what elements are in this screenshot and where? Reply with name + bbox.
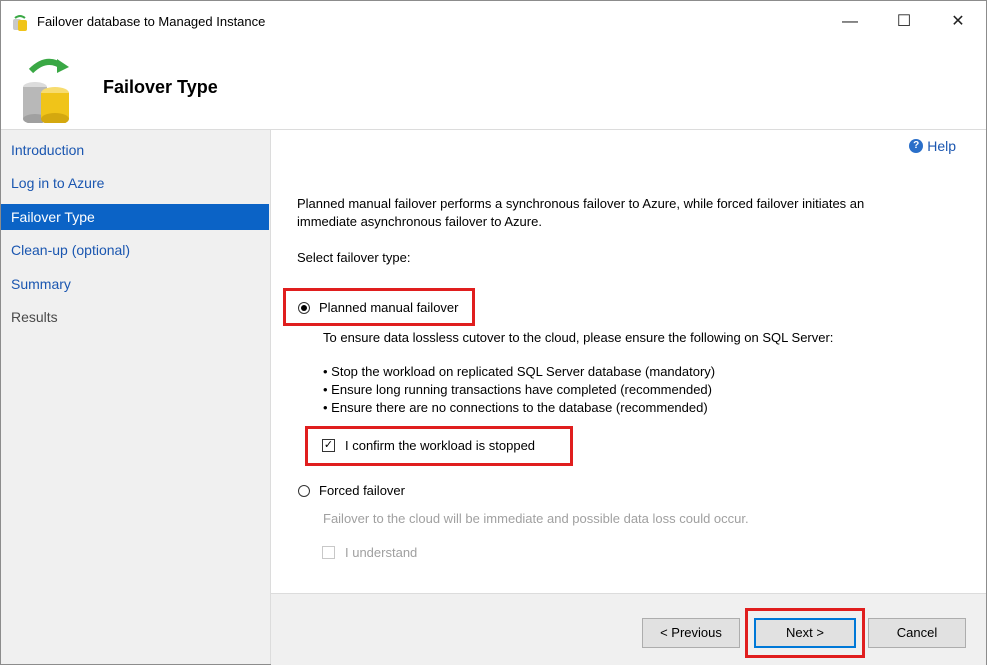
bullet-long-transactions: • Ensure long running transactions have …: [323, 382, 712, 397]
sidebar-item-introduction[interactable]: Introduction: [1, 137, 269, 163]
bullet-stop-workload: • Stop the workload on replicated SQL Se…: [323, 364, 716, 379]
minimize-button[interactable]: —: [827, 7, 873, 37]
help-label: Help: [927, 138, 956, 154]
planned-bullets: • Stop the workload on replicated SQL Se…: [323, 363, 715, 417]
forced-failover-radio[interactable]: [298, 485, 310, 497]
help-link[interactable]: ? Help: [909, 138, 956, 154]
app-icon: [13, 15, 27, 31]
next-button[interactable]: Next >: [754, 618, 856, 648]
forced-failover-label[interactable]: Forced failover: [319, 482, 405, 500]
confirm-workload-label[interactable]: I confirm the workload is stopped: [345, 437, 535, 455]
cancel-button[interactable]: Cancel: [868, 618, 966, 648]
sidebar-item-results: Results: [11, 309, 58, 325]
previous-button[interactable]: < Previous: [642, 618, 740, 648]
wizard-window: Failover database to Managed Instance — …: [0, 0, 987, 665]
database-sync-icon: [23, 58, 69, 123]
understand-label: I understand: [345, 545, 418, 560]
planned-failover-label[interactable]: Planned manual failover: [319, 299, 458, 317]
sidebar-item-failover-type[interactable]: Failover Type: [1, 204, 269, 230]
title-bar: Failover database to Managed Instance — …: [1, 1, 986, 43]
page-title: Failover Type: [103, 77, 218, 97]
sidebar-item-login-azure[interactable]: Log in to Azure: [1, 170, 269, 196]
sidebar-item-cleanup[interactable]: Clean-up (optional): [1, 237, 269, 263]
forced-description: Failover to the cloud will be immediate …: [323, 511, 749, 526]
close-button[interactable]: ✕: [935, 7, 981, 37]
window-title: Failover database to Managed Instance: [37, 14, 266, 29]
wizard-footer: < Previous Next > Cancel: [271, 593, 986, 665]
help-icon: ?: [909, 139, 924, 153]
select-type-label: Select failover type:: [297, 250, 411, 265]
planned-description: To ensure data lossless cutover to the c…: [323, 330, 834, 345]
planned-failover-radio[interactable]: [298, 302, 310, 314]
sidebar-item-summary[interactable]: Summary: [1, 271, 269, 297]
wizard-steps-sidebar: Introduction Log in to Azure Failover Ty…: [1, 130, 271, 664]
wizard-header: Failover Type: [1, 43, 986, 130]
wizard-content: ? Help Planned manual failover performs …: [271, 130, 986, 592]
confirm-workload-checkbox[interactable]: ✓: [322, 439, 335, 452]
intro-text: Planned manual failover performs a synch…: [297, 196, 865, 229]
maximize-button[interactable]: ☐: [881, 7, 927, 37]
understand-checkbox: [322, 546, 335, 559]
bullet-no-connections: • Ensure there are no connections to the…: [323, 400, 708, 415]
